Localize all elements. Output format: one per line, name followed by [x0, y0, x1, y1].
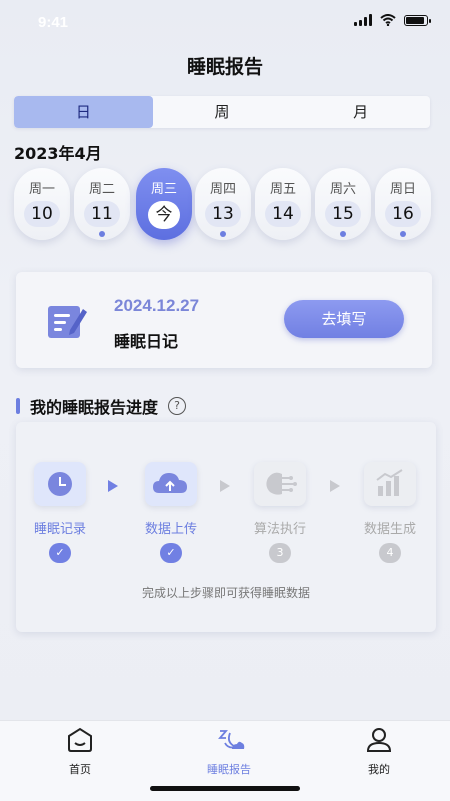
- day-weekday: 周四: [209, 182, 236, 197]
- record-dot: [99, 231, 105, 237]
- period-segmented-control: 日 周 月: [14, 96, 430, 128]
- day-weekday: 周二: [88, 182, 115, 197]
- step-label: 数据上传: [144, 522, 197, 537]
- segment-day[interactable]: 日: [14, 96, 153, 128]
- bottom-tab-bar: 首页 睡眠报告 我的: [0, 720, 450, 801]
- week-day-selector: 周一 10 周二 11 周三 今 周四 13 周五 14 周六 15 周日 16: [14, 168, 434, 240]
- day-number: 10: [24, 201, 60, 227]
- day-item[interactable]: 周二 11: [74, 168, 130, 240]
- progress-step: 睡眠记录 ✓: [20, 462, 100, 563]
- home-icon: [68, 727, 92, 752]
- edit-note-icon: [48, 306, 87, 338]
- day-item[interactable]: 周日 16: [375, 168, 431, 240]
- brain-icon: [254, 462, 306, 506]
- segment-month[interactable]: 月: [291, 96, 430, 128]
- battery-icon: [404, 14, 431, 26]
- record-dot: [340, 231, 346, 237]
- day-item[interactable]: 周六 15: [315, 168, 371, 240]
- step-number-badge: 3: [269, 543, 291, 563]
- page-title: 睡眠报告: [186, 56, 263, 78]
- step-label: 睡眠记录: [33, 522, 86, 537]
- step-arrow: [108, 480, 118, 492]
- fill-diary-button[interactable]: 去填写: [284, 300, 404, 338]
- day-weekday: 周五: [269, 182, 296, 197]
- sleep-diary-card: 2024.12.27 睡眠日记 去填写: [16, 272, 432, 368]
- progress-hint: 完成以上步骤即可获得睡眠数据: [141, 586, 310, 600]
- day-item-today[interactable]: 周三 今: [136, 168, 192, 240]
- progress-section-header: 我的睡眠报告进度 ?: [16, 394, 187, 418]
- tab-label: 睡眠报告: [207, 763, 251, 776]
- user-icon: [366, 728, 392, 752]
- wifi-icon: [380, 14, 396, 26]
- tab-label: 首页: [69, 763, 91, 776]
- progress-step: 数据上传 ✓: [131, 462, 211, 563]
- step-check-badge: ✓: [49, 543, 71, 563]
- day-number: 13: [205, 201, 241, 227]
- step-check-badge: ✓: [160, 543, 182, 563]
- day-number: 今: [148, 201, 180, 229]
- bar-chart-icon: [364, 462, 416, 506]
- record-dot: [220, 231, 226, 237]
- step-number-badge: 4: [379, 543, 401, 563]
- tab-sleep-report[interactable]: 睡眠报告: [184, 727, 274, 777]
- home-indicator: [150, 786, 300, 791]
- status-bar: 9:41: [0, 0, 450, 44]
- step-arrow: [330, 480, 340, 492]
- step-label: 数据生成: [363, 522, 416, 537]
- step-arrow: [220, 480, 230, 492]
- progress-step: 数据生成 4: [350, 462, 430, 563]
- diary-date: 2024.12.27: [114, 296, 200, 315]
- sleep-report-icon: [218, 730, 245, 749]
- day-item[interactable]: 周五 14: [255, 168, 311, 240]
- day-number: 16: [385, 201, 421, 227]
- cloud-upload-icon: [145, 462, 197, 506]
- day-weekday: 周三: [150, 182, 177, 197]
- progress-step: 算法执行 3: [240, 462, 320, 563]
- section-accent-bar: [16, 398, 20, 414]
- segment-week[interactable]: 周: [153, 96, 292, 128]
- day-number: 11: [84, 201, 120, 227]
- day-number: 14: [265, 201, 301, 227]
- signal-icon: [354, 14, 372, 26]
- help-icon[interactable]: ?: [168, 397, 187, 415]
- day-number: 15: [325, 201, 361, 227]
- day-item[interactable]: 周一 10: [14, 168, 70, 240]
- tab-label: 我的: [368, 763, 390, 776]
- report-progress-card: 睡眠记录 ✓ 数据上传 ✓ 算法执行 3 数据生成 4 完成以上步骤即可获得睡眠…: [16, 422, 436, 632]
- step-label: 算法执行: [253, 522, 306, 537]
- day-weekday: 周日: [389, 182, 416, 197]
- status-time: 9:41: [38, 14, 69, 31]
- tab-home[interactable]: 首页: [35, 727, 125, 777]
- diary-title: 睡眠日记: [114, 332, 179, 351]
- tab-profile[interactable]: 我的: [334, 727, 424, 777]
- record-dot: [400, 231, 406, 237]
- section-title: 我的睡眠报告进度: [30, 398, 159, 417]
- day-weekday: 周六: [329, 182, 356, 197]
- clock-icon: [34, 462, 86, 506]
- day-weekday: 周一: [28, 182, 55, 197]
- month-label: 2023年4月: [14, 144, 102, 163]
- day-item[interactable]: 周四 13: [195, 168, 251, 240]
